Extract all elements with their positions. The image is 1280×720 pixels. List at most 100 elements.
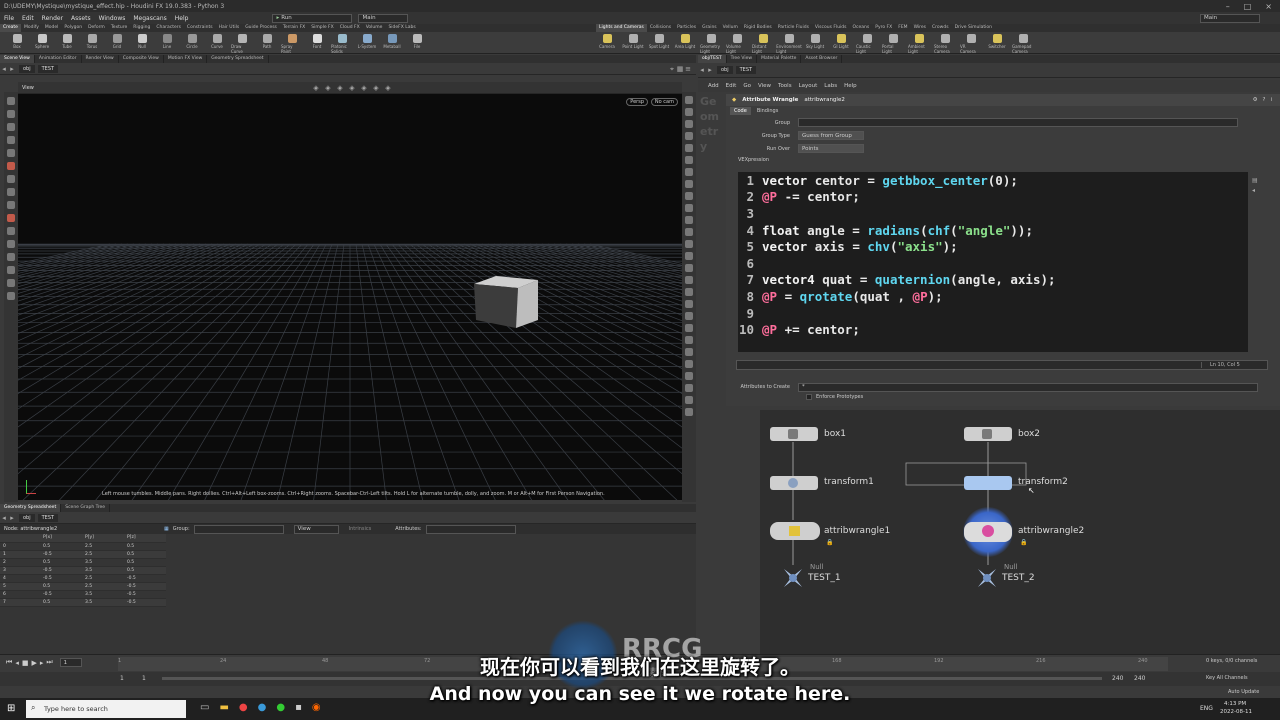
rp-path-obj[interactable]: obj bbox=[717, 66, 733, 74]
tab-bindings[interactable]: Bindings bbox=[753, 107, 783, 115]
shelf-tool[interactable]: Grid bbox=[106, 34, 128, 54]
group-type-menu[interactable]: Guess from Group bbox=[798, 131, 864, 140]
network-menu-item[interactable]: Help bbox=[844, 83, 857, 89]
menu-item-render[interactable]: Render bbox=[38, 15, 67, 22]
select-tool-icon[interactable] bbox=[7, 97, 15, 105]
right-pane-tab[interactable]: Material Palette bbox=[757, 55, 802, 63]
attributes-input[interactable] bbox=[425, 524, 516, 534]
shelf-tab[interactable]: Lights and Cameras bbox=[596, 24, 647, 32]
network-menu-item[interactable]: Add bbox=[708, 83, 719, 89]
shelf-tab[interactable]: Constraints bbox=[184, 24, 216, 32]
shelf-tab[interactable]: Particle Fluids bbox=[775, 24, 812, 32]
uv-icon[interactable] bbox=[685, 180, 693, 188]
column-header[interactable]: P[y] bbox=[82, 534, 124, 543]
snapshot-icon[interactable] bbox=[685, 336, 693, 344]
minimize-icon[interactable]: – bbox=[1226, 2, 1230, 11]
shelf-tool[interactable]: Curve bbox=[206, 34, 228, 54]
points-icon[interactable] bbox=[685, 156, 693, 164]
help-icon[interactable]: ? bbox=[1263, 97, 1266, 103]
attrs-create-input[interactable]: * bbox=[798, 382, 1258, 392]
scene-viewport[interactable]: Persp No cam Left mouse tumbles. Middle … bbox=[18, 94, 682, 500]
wireframe-icon[interactable] bbox=[685, 108, 693, 116]
grid-icon[interactable] bbox=[685, 300, 693, 308]
forward-icon[interactable]: ▸ bbox=[8, 65, 16, 73]
shelf-tab[interactable]: Terrain FX bbox=[280, 24, 308, 32]
network-menu-item[interactable]: Layout bbox=[799, 83, 818, 89]
camera-icon[interactable] bbox=[7, 266, 15, 274]
shelf-tool[interactable]: Geometry Light bbox=[700, 34, 722, 54]
rotate-tool-icon[interactable] bbox=[7, 123, 15, 131]
spreadsheet-tab[interactable]: Geometry Spreadsheet bbox=[0, 504, 62, 512]
zoom-icon[interactable]: ◈ bbox=[348, 84, 356, 92]
left-pane-tab[interactable]: Animation Editor bbox=[35, 55, 82, 63]
shelf-tab[interactable]: Simple FX bbox=[308, 24, 336, 32]
path-obj[interactable]: obj bbox=[19, 64, 35, 73]
shelf-tool[interactable]: GI Light bbox=[830, 34, 852, 54]
network-menu-item[interactable]: Edit bbox=[726, 83, 737, 89]
shelf-tool[interactable]: Sphere bbox=[31, 34, 53, 54]
shelf-tool[interactable]: Environment Light bbox=[776, 34, 802, 54]
pane-menu-icon[interactable]: ≡ bbox=[684, 65, 692, 73]
shelf-tool[interactable]: L-System bbox=[356, 34, 378, 54]
lock-icon[interactable]: 🔒 bbox=[826, 539, 833, 546]
group-param-input[interactable] bbox=[798, 118, 1238, 127]
ghost-icon[interactable] bbox=[685, 144, 693, 152]
tab-code[interactable]: Code bbox=[730, 107, 751, 115]
shelf-tool[interactable]: Tube bbox=[56, 34, 78, 54]
shelf-tool[interactable]: Metaball bbox=[381, 34, 403, 54]
menu-item-megascans[interactable]: Megascans bbox=[129, 15, 170, 22]
display-icon[interactable] bbox=[7, 279, 15, 287]
flipbook-icon[interactable] bbox=[685, 312, 693, 320]
ss-path-obj[interactable]: obj bbox=[19, 513, 35, 522]
menu-item-windows[interactable]: Windows bbox=[95, 15, 130, 22]
lighting-icon[interactable] bbox=[685, 132, 693, 140]
pin-icon[interactable]: ⌖ bbox=[668, 65, 676, 73]
template-icon[interactable] bbox=[685, 252, 693, 260]
shelf-tool[interactable]: Distant Light bbox=[752, 34, 774, 54]
shelf-tool[interactable]: Spray Paint bbox=[281, 34, 303, 54]
shelf-tool[interactable]: Path bbox=[256, 34, 278, 54]
shelf-tool[interactable]: Circle bbox=[181, 34, 203, 54]
shelf-tab[interactable]: Crowds bbox=[929, 24, 952, 32]
shelf-tab[interactable]: Wires bbox=[911, 24, 929, 32]
right-pane-tab[interactable]: obj/TEST bbox=[698, 55, 727, 63]
menu-item-edit[interactable]: Edit bbox=[18, 15, 38, 22]
shelf-tool[interactable]: Camera bbox=[596, 34, 618, 54]
null-node-test2[interactable] bbox=[976, 567, 998, 589]
rp-path-test[interactable]: TEST bbox=[735, 66, 757, 74]
network-editor[interactable]: box1 box2 transform1 transform2 ↖ attrib… bbox=[760, 410, 1280, 654]
enforce-prototypes-checkbox[interactable] bbox=[806, 394, 812, 400]
scene-icon[interactable] bbox=[685, 408, 693, 416]
menu-item-help[interactable]: Help bbox=[171, 15, 193, 22]
network-menu-item[interactable]: Go bbox=[743, 83, 751, 89]
clock-date[interactable]: 2022-08-11 bbox=[1220, 709, 1252, 715]
view-tool-icon[interactable] bbox=[7, 175, 15, 183]
back-icon[interactable]: ◂ bbox=[0, 514, 8, 522]
shelf-tab[interactable]: Hair Utils bbox=[216, 24, 243, 32]
shelf-tab[interactable]: FEM bbox=[895, 24, 910, 32]
instance-icon[interactable] bbox=[685, 396, 693, 404]
vex-code-editor[interactable]: 1 vector centor = getbbox_center(0); 2 @P -… bbox=[738, 172, 1248, 352]
frame-icon[interactable]: ◈ bbox=[360, 84, 368, 92]
shelf-tab[interactable]: Polygon bbox=[61, 24, 85, 32]
handle-tool-icon[interactable] bbox=[7, 149, 15, 157]
language-indicator[interactable]: ENG bbox=[1200, 705, 1213, 712]
shelf-tab[interactable]: Vellum bbox=[720, 24, 741, 32]
shelf-tool[interactable]: Stereo Camera bbox=[934, 34, 956, 54]
shelf-tool[interactable]: Caustic Light bbox=[856, 34, 878, 54]
node-box2[interactable] bbox=[964, 427, 1012, 441]
shelf-tab[interactable]: SideFX Labs bbox=[385, 24, 418, 32]
shelf-tab[interactable]: Drive Simulation bbox=[952, 24, 995, 32]
shelf-tool[interactable]: Point Light bbox=[622, 34, 644, 54]
shelf-tab[interactable]: Viscous Fluids bbox=[812, 24, 850, 32]
shelf-tool[interactable]: Font bbox=[306, 34, 328, 54]
node-box1[interactable] bbox=[770, 427, 818, 441]
column-header[interactable]: P[z] bbox=[124, 534, 166, 543]
shelf-tab[interactable]: Characters bbox=[153, 24, 184, 32]
expand-editor-icon[interactable]: ▤ bbox=[1252, 176, 1262, 186]
right-pane-tab[interactable]: Asset Browser bbox=[801, 55, 843, 63]
home-icon[interactable]: ◈ bbox=[384, 84, 392, 92]
menu-item-file[interactable]: File bbox=[0, 15, 18, 22]
shelf-tab[interactable]: Volume bbox=[363, 24, 386, 32]
move-tool-icon[interactable] bbox=[7, 110, 15, 118]
